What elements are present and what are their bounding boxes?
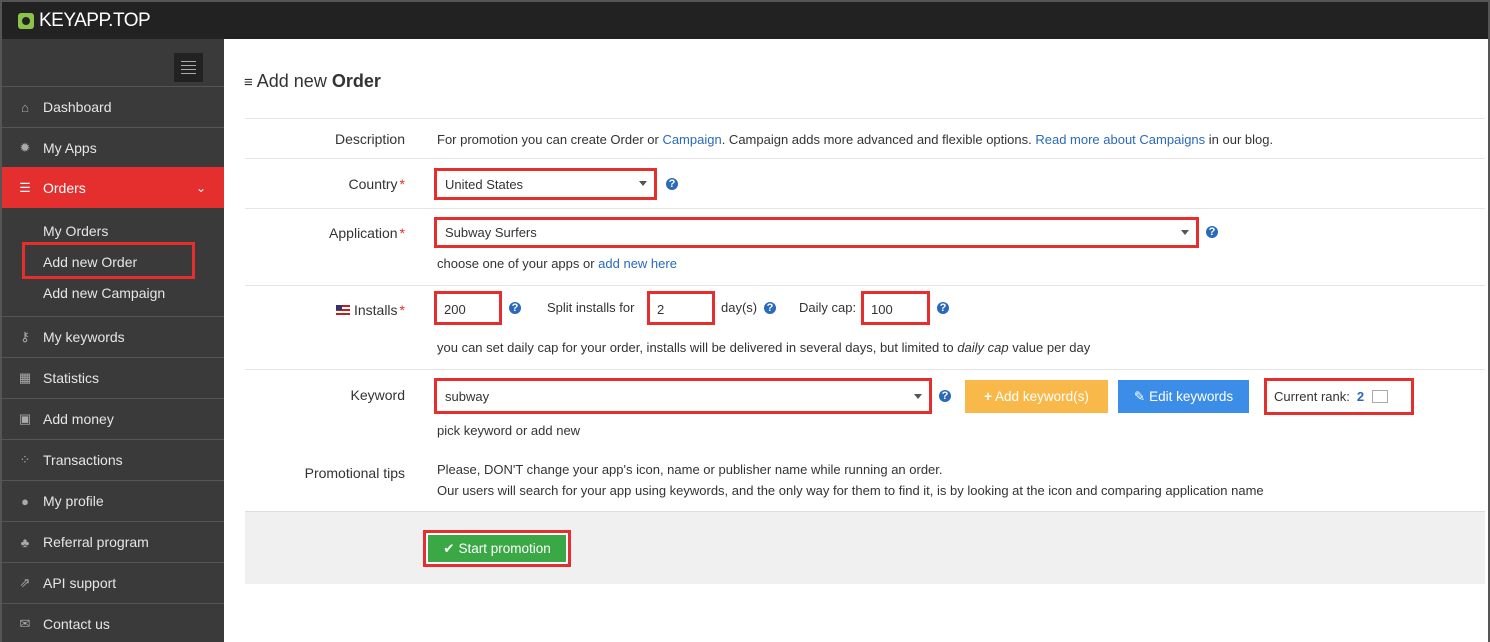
us-flag-icon bbox=[335, 305, 350, 315]
money-icon: ▣ bbox=[18, 411, 32, 426]
dropdown-arrow-icon bbox=[1181, 230, 1189, 235]
installs-hint: you can set daily cap for your order, in… bbox=[437, 340, 1091, 355]
application-label: Application * bbox=[329, 225, 405, 241]
keyword-select[interactable]: subway bbox=[434, 378, 932, 414]
split-days-input[interactable]: 2 bbox=[647, 291, 715, 325]
tips-label: Promotional tips bbox=[304, 465, 405, 481]
sidebar-item-api-support[interactable]: ⇗ API support bbox=[2, 562, 224, 603]
key-icon: ⚷ bbox=[20, 329, 30, 344]
edit-keywords-button[interactable]: ✎ Edit keywords bbox=[1118, 380, 1249, 413]
tips-line-2: Our users will search for your app using… bbox=[437, 483, 1264, 498]
sidebar-item-my-profile[interactable]: ● My profile bbox=[2, 480, 224, 521]
form-actions: ✔ Start promotion bbox=[245, 511, 1485, 584]
chevron-down-icon: ⌄ bbox=[195, 180, 206, 195]
bars-icon: ≡ bbox=[244, 74, 253, 91]
brand-logo[interactable]: KEYAPP.TOP bbox=[18, 9, 151, 32]
description-row: Description For promotion you can create… bbox=[245, 118, 1485, 158]
sidebar-item-contact-us[interactable]: ✉ Contact us bbox=[2, 603, 224, 642]
application-select[interactable]: Subway Surfers bbox=[434, 217, 1199, 248]
keyword-row: Keyword subway ? + Add keyword(s) ✎ Edit k… bbox=[245, 369, 1485, 449]
sidebar-item-referral-program[interactable]: ♣ Referral program bbox=[2, 521, 224, 562]
country-label: Country * bbox=[348, 176, 405, 192]
top-bar: KEYAPP.TOP bbox=[2, 2, 1488, 39]
sidebar-subitem-add-new-order[interactable]: Add new Order bbox=[43, 254, 137, 270]
split-installs-label: Split installs for bbox=[547, 300, 635, 315]
plus-icon: + bbox=[984, 389, 993, 404]
user-icon: ● bbox=[21, 493, 29, 509]
application-hint: choose one of your apps or add new here bbox=[437, 256, 677, 271]
sidebar-item-my-apps[interactable]: ✹ My Apps bbox=[2, 127, 224, 168]
add-new-app-link[interactable]: add new here bbox=[598, 256, 677, 271]
page-title: ≡ Add new Order bbox=[244, 71, 381, 91]
check-icon: ✔ bbox=[443, 540, 455, 556]
tips-row: Promotional tips Please, DON'T change yo… bbox=[245, 449, 1485, 511]
read-more-campaigns-link[interactable]: Read more about Campaigns bbox=[1035, 132, 1205, 147]
envelope-icon: ✉ bbox=[19, 616, 31, 631]
help-icon[interactable]: ? bbox=[509, 302, 521, 314]
sidebar-item-my-keywords[interactable]: ⚷ My keywords bbox=[2, 316, 224, 357]
start-promotion-button[interactable]: ✔ Start promotion bbox=[428, 535, 566, 562]
application-row: Application * Subway Surfers ? choose one… bbox=[245, 208, 1485, 285]
sidebar: ⌂ Dashboard ✹ My Apps ☰ Orders ⌄ My Orde… bbox=[2, 39, 224, 642]
sidebar-item-add-money[interactable]: ▣ Add money bbox=[2, 398, 224, 439]
spinner-icon: ⁘ bbox=[19, 452, 31, 467]
edit-icon: ✎ bbox=[1133, 388, 1146, 404]
help-icon[interactable]: ? bbox=[1206, 226, 1218, 238]
installs-row: Installs * 200 ? Split installs for 2 day… bbox=[245, 285, 1485, 369]
external-link-icon: ⇗ bbox=[19, 575, 31, 590]
current-rank-value: 2 bbox=[1356, 389, 1365, 404]
country-row: Country * United States ? bbox=[245, 158, 1485, 208]
dropdown-arrow-icon bbox=[639, 181, 647, 186]
daily-cap-input[interactable]: 100 bbox=[861, 291, 930, 325]
help-icon[interactable]: ? bbox=[666, 178, 678, 190]
installs-input[interactable]: 200 bbox=[434, 291, 502, 325]
line-chart-icon[interactable] bbox=[1372, 390, 1389, 403]
main-content: ≡ Add new Order Description For promotion… bbox=[224, 39, 1488, 642]
days-label: day(s) bbox=[721, 300, 758, 315]
daily-cap-label: Daily cap: bbox=[799, 300, 857, 315]
add-keyword-button[interactable]: + Add keyword(s) bbox=[965, 380, 1108, 413]
keyword-hint: pick keyword or add new bbox=[437, 423, 581, 438]
current-rank-box: Current rank: 2 bbox=[1264, 378, 1414, 415]
android-logo-icon bbox=[18, 12, 34, 29]
brand-name: KEYAPP.TOP bbox=[39, 9, 151, 31]
campaign-link[interactable]: Campaign bbox=[662, 132, 721, 147]
home-icon: ⌂ bbox=[21, 99, 29, 115]
hamburger-icon bbox=[181, 61, 196, 62]
help-icon[interactable]: ? bbox=[764, 302, 776, 314]
keyword-label: Keyword bbox=[350, 387, 405, 403]
sidebar-toggle-button[interactable] bbox=[174, 53, 203, 82]
description-text: For promotion you can create Order or Ca… bbox=[437, 132, 1274, 147]
sidebar-item-statistics[interactable]: ▦ Statistics bbox=[2, 357, 224, 398]
sitemap-icon: ♣ bbox=[20, 534, 30, 550]
list-icon: ☰ bbox=[19, 179, 31, 195]
installs-label: Installs * bbox=[335, 302, 405, 318]
sidebar-subitem-my-orders[interactable]: My Orders bbox=[43, 223, 108, 239]
description-label: Description bbox=[334, 131, 405, 147]
dropdown-arrow-icon bbox=[914, 394, 922, 399]
tips-line-1: Please, DON'T change your app's icon, na… bbox=[437, 462, 943, 477]
sidebar-item-dashboard[interactable]: ⌂ Dashboard bbox=[2, 86, 224, 127]
help-icon[interactable]: ? bbox=[939, 390, 951, 402]
sidebar-item-transactions[interactable]: ⁘ Transactions bbox=[2, 439, 224, 480]
help-icon[interactable]: ? bbox=[937, 302, 949, 314]
sidebar-item-orders[interactable]: ☰ Orders ⌄ bbox=[2, 167, 224, 208]
country-select[interactable]: United States bbox=[434, 168, 657, 200]
gear-icon: ✹ bbox=[19, 140, 31, 155]
start-promotion-wrapper: ✔ Start promotion bbox=[423, 530, 571, 567]
sidebar-subitem-add-new-campaign[interactable]: Add new Campaign bbox=[43, 285, 165, 301]
table-icon: ▦ bbox=[18, 370, 32, 385]
